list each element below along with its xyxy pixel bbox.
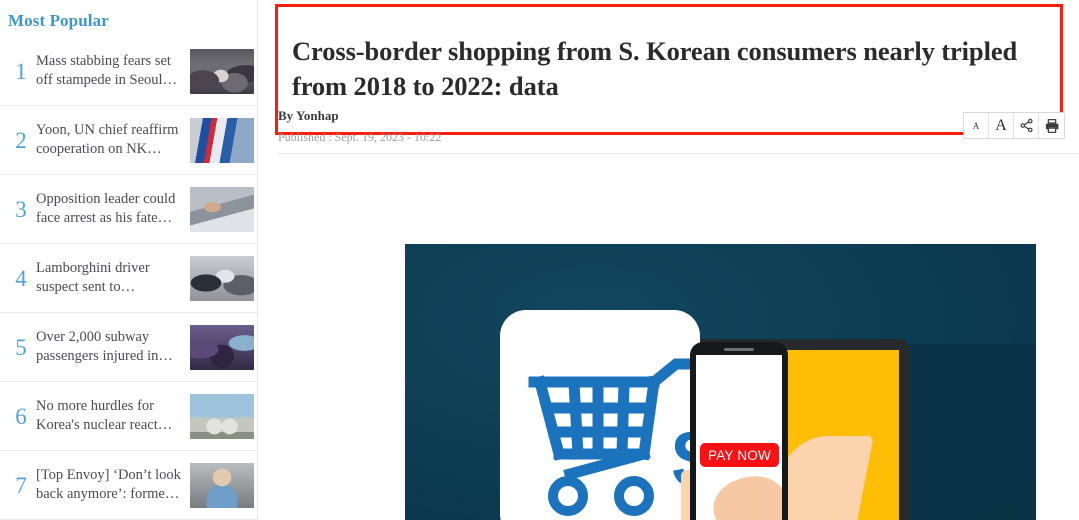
smartphone-illustration: PAY NOW [690, 342, 788, 520]
list-item-headline: No more hurdles for Korea's nuclear reac… [36, 397, 173, 433]
byline-divider [278, 153, 1079, 154]
list-item-thumbnail [190, 186, 254, 232]
list-item-rank: 2 [15, 127, 27, 153]
pay-now-button[interactable]: PAY NOW [700, 443, 779, 467]
list-item[interactable]: 1 Mass stabbing fears set off stampede i… [0, 37, 257, 106]
print-icon [1045, 118, 1058, 133]
article-published-date: Published : Sept. 19, 2023 - 10:22 [278, 130, 442, 144]
list-item[interactable]: 4 Lamborghini driver suspect sent to… [0, 244, 257, 313]
decrease-font-size-button[interactable]: A [964, 113, 989, 138]
share-icon [1019, 118, 1033, 133]
list-item-thumbnail [190, 255, 254, 301]
share-button[interactable] [1014, 113, 1039, 138]
list-item-rank: 3 [15, 196, 27, 222]
list-item-thumbnail [190, 324, 254, 370]
list-item-rank: 5 [15, 334, 27, 360]
small-a-icon: A [972, 120, 980, 131]
sidebar-heading: Most Popular [8, 11, 109, 30]
list-item-rank: 6 [15, 403, 27, 429]
list-item-headline: Lamborghini driver suspect sent to… [36, 259, 150, 295]
article-author: By Yonhap [278, 108, 339, 123]
phone-speaker [724, 348, 754, 351]
most-popular-sidebar: Most Popular 1 Mass stabbing fears set o… [0, 0, 258, 520]
large-a-icon: A [995, 116, 1007, 134]
thumb-illustration [706, 467, 782, 520]
list-item-thumbnail [190, 462, 254, 508]
list-item-headline: Over 2,000 subway passengers injured in… [36, 328, 173, 364]
list-item[interactable]: 7 [Top Envoy] ‘Don’t look back anymore’:… [0, 451, 257, 520]
byline: By Yonhap Published : Sept. 19, 2023 - 1… [278, 108, 978, 145]
phone-screen: PAY NOW [696, 355, 782, 520]
article-main: Cross-border shopping from S. Korean con… [258, 0, 1079, 520]
page-title: Cross-border shopping from S. Korean con… [292, 35, 1018, 101]
list-item[interactable]: 6 No more hurdles for Korea's nuclear re… [0, 382, 257, 451]
list-item-headline: Opposition leader could face arrest as h… [36, 190, 176, 226]
increase-font-size-button[interactable]: A [989, 113, 1014, 138]
article-hero-image: $ PAY NOW [405, 244, 1036, 520]
list-item-headline: Mass stabbing fears set off stampede in … [36, 52, 178, 88]
list-item-rank: 4 [15, 265, 27, 291]
list-item-thumbnail [190, 117, 254, 163]
article-page: Most Popular 1 Mass stabbing fears set o… [0, 0, 1079, 520]
list-item-headline: [Top Envoy] ‘Don’t look back anymore’: f… [36, 466, 181, 502]
article-toolbar: A A [963, 112, 1065, 139]
list-item-thumbnail [190, 393, 254, 439]
list-item-rank: 7 [15, 472, 27, 498]
list-item-headline: Yoon, UN chief reaffirm cooperation on N… [36, 121, 179, 157]
most-popular-list: 1 Mass stabbing fears set off stampede i… [0, 37, 257, 520]
list-item[interactable]: 2 Yoon, UN chief reaffirm cooperation on… [0, 106, 257, 175]
list-item[interactable]: 5 Over 2,000 subway passengers injured i… [0, 313, 257, 382]
list-item-rank: 1 [15, 58, 27, 84]
list-item[interactable]: 3 Opposition leader could face arrest as… [0, 175, 257, 244]
print-button[interactable] [1039, 113, 1064, 138]
list-item-thumbnail [190, 48, 254, 94]
